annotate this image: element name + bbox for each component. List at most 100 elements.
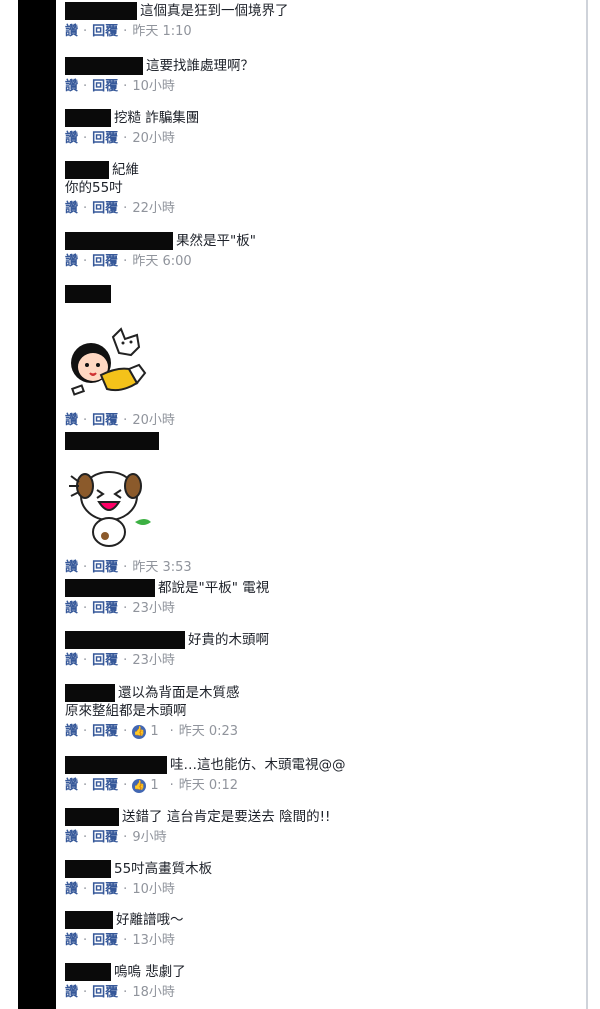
- timestamp[interactable]: 23小時: [132, 653, 175, 669]
- reply-link[interactable]: 回覆: [92, 201, 118, 217]
- redacted-name[interactable]: [65, 2, 137, 20]
- timestamp[interactable]: 昨天 0:23: [179, 724, 238, 740]
- comment: 都說是"平板" 電視 讚 · 回覆 · 23小時: [65, 579, 270, 617]
- like-link[interactable]: 讚: [65, 985, 78, 1001]
- timestamp[interactable]: 昨天 0:12: [179, 778, 238, 794]
- comment: 好離譜哦～ 讚 · 回覆 · 13小時: [65, 911, 184, 949]
- like-link[interactable]: 讚: [65, 413, 78, 429]
- comment-text: 這要找誰處理啊？: [146, 58, 254, 74]
- comment: 這要找誰處理啊？ 讚 · 回覆 · 10小時: [65, 57, 254, 95]
- like-link[interactable]: 讚: [65, 560, 78, 576]
- reply-link[interactable]: 回覆: [92, 413, 118, 429]
- redacted-name[interactable]: [65, 161, 109, 179]
- redacted-name[interactable]: [65, 808, 119, 826]
- panel-border: [586, 0, 588, 1009]
- reply-link[interactable]: 回覆: [92, 653, 118, 669]
- like-link[interactable]: 讚: [65, 79, 78, 95]
- reply-link[interactable]: 回覆: [92, 24, 118, 40]
- comment: 讚 · 回覆 · 20小時: [65, 285, 175, 429]
- like-link[interactable]: 讚: [65, 933, 78, 949]
- redacted-name[interactable]: [65, 109, 111, 127]
- comment: 哇…這也能仿、木頭電視@@ 讚 · 回覆 · 👍 1 · 昨天 0:12: [65, 756, 346, 794]
- like-link[interactable]: 讚: [65, 24, 78, 40]
- comment-text: 還以為背面是木質感: [118, 685, 240, 701]
- thumbs-up-icon: 👍: [132, 725, 147, 739]
- like-count[interactable]: 1: [150, 724, 158, 740]
- redacted-name[interactable]: [65, 963, 111, 981]
- like-link[interactable]: 讚: [65, 830, 78, 846]
- comment: 好貴的木頭啊 讚 · 回覆 · 23小時: [65, 631, 269, 669]
- like-link[interactable]: 讚: [65, 601, 78, 617]
- redacted-name[interactable]: [65, 285, 111, 303]
- comment: 讚 · 回覆 · 昨天 3:53: [65, 432, 192, 576]
- reply-link[interactable]: 回覆: [92, 985, 118, 1001]
- comment-text: 55吋高畫質木板: [114, 861, 213, 877]
- like-link[interactable]: 讚: [65, 201, 78, 217]
- redacted-name[interactable]: [65, 579, 155, 597]
- redacted-name[interactable]: [65, 57, 143, 75]
- timestamp[interactable]: 昨天 6:00: [132, 254, 191, 270]
- comment-text: 紀維: [112, 162, 139, 178]
- timestamp[interactable]: 10小時: [132, 79, 175, 95]
- comment-text: 送錯了 這台肯定是要送去 陰間的!!: [122, 809, 331, 825]
- comment-text: 挖糙 詐騙集團: [114, 110, 200, 126]
- comment-text-line2: 你的55吋: [65, 180, 123, 196]
- timestamp[interactable]: 20小時: [132, 131, 175, 147]
- redacted-name[interactable]: [65, 631, 185, 649]
- reply-link[interactable]: 回覆: [92, 254, 118, 270]
- comment: 這個真是狂到一個境界了 讚 · 回覆 · 昨天 1:10: [65, 2, 289, 40]
- timestamp[interactable]: 昨天 3:53: [132, 560, 191, 576]
- reply-link[interactable]: 回覆: [92, 830, 118, 846]
- comment: 嗚嗚 悲劇了 讚 · 回覆 · 18小時: [65, 963, 186, 1001]
- like-link[interactable]: 讚: [65, 131, 78, 147]
- timestamp[interactable]: 23小時: [132, 601, 175, 617]
- reply-link[interactable]: 回覆: [92, 601, 118, 617]
- timestamp[interactable]: 昨天 1:10: [132, 24, 191, 40]
- comment-text-line2: 原來整組都是木頭啊: [65, 703, 187, 719]
- like-link[interactable]: 讚: [65, 254, 78, 270]
- comment-text: 嗚嗚 悲劇了: [114, 964, 186, 980]
- comment: 挖糙 詐騙集團 讚 · 回覆 · 20小時: [65, 109, 200, 147]
- comment-text: 這個真是狂到一個境界了: [140, 3, 289, 19]
- comment: 果然是平"板" 讚 · 回覆 · 昨天 6:00: [65, 232, 256, 270]
- like-link[interactable]: 讚: [65, 724, 78, 740]
- reply-link[interactable]: 回覆: [92, 933, 118, 949]
- like-count[interactable]: 1: [150, 778, 158, 794]
- comment: 送錯了 這台肯定是要送去 陰間的!! 讚 · 回覆 · 9小時: [65, 808, 331, 846]
- timestamp[interactable]: 20小時: [132, 413, 175, 429]
- girl-with-cat-sticker-icon: [70, 327, 147, 396]
- timestamp[interactable]: 13小時: [132, 933, 175, 949]
- timestamp[interactable]: 10小時: [132, 882, 175, 898]
- like-link[interactable]: 讚: [65, 778, 78, 794]
- timestamp[interactable]: 18小時: [132, 985, 175, 1001]
- redacted-name[interactable]: [65, 756, 167, 774]
- laughing-dog-sticker-icon: [69, 471, 151, 547]
- redacted-name[interactable]: [65, 911, 113, 929]
- reply-link[interactable]: 回覆: [92, 79, 118, 95]
- comment-text: 好貴的木頭啊: [188, 632, 269, 648]
- reply-link[interactable]: 回覆: [92, 778, 118, 794]
- comment: 紀維 你的55吋 讚 · 回覆 · 22小時: [65, 161, 175, 217]
- reply-link[interactable]: 回覆: [92, 724, 118, 740]
- girl-with-cat-sticker[interactable]: [65, 309, 165, 409]
- like-link[interactable]: 讚: [65, 653, 78, 669]
- reply-link[interactable]: 回覆: [92, 882, 118, 898]
- comment-text: 好離譜哦～: [116, 912, 184, 928]
- timestamp[interactable]: 22小時: [132, 201, 175, 217]
- like-link[interactable]: 讚: [65, 882, 78, 898]
- comment: 還以為背面是木質感 原來整組都是木頭啊 讚 · 回覆 · 👍 1 · 昨天 0:23: [65, 684, 240, 740]
- timestamp[interactable]: 9小時: [132, 830, 166, 846]
- redacted-name[interactable]: [65, 860, 111, 878]
- redacted-name[interactable]: [65, 432, 159, 450]
- thumbs-up-icon: 👍: [132, 779, 147, 793]
- redacted-avatar-column: [18, 0, 56, 1009]
- reply-link[interactable]: 回覆: [92, 131, 118, 147]
- reply-link[interactable]: 回覆: [92, 560, 118, 576]
- comment: 55吋高畫質木板 讚 · 回覆 · 10小時: [65, 860, 213, 898]
- redacted-name[interactable]: [65, 232, 173, 250]
- redacted-name[interactable]: [65, 684, 115, 702]
- comment-text: 果然是平"板": [176, 233, 256, 249]
- laughing-dog-sticker[interactable]: [65, 456, 165, 556]
- comment-text: 都說是"平板" 電視: [158, 580, 270, 596]
- comment-text: 哇…這也能仿、木頭電視@@: [170, 757, 346, 773]
